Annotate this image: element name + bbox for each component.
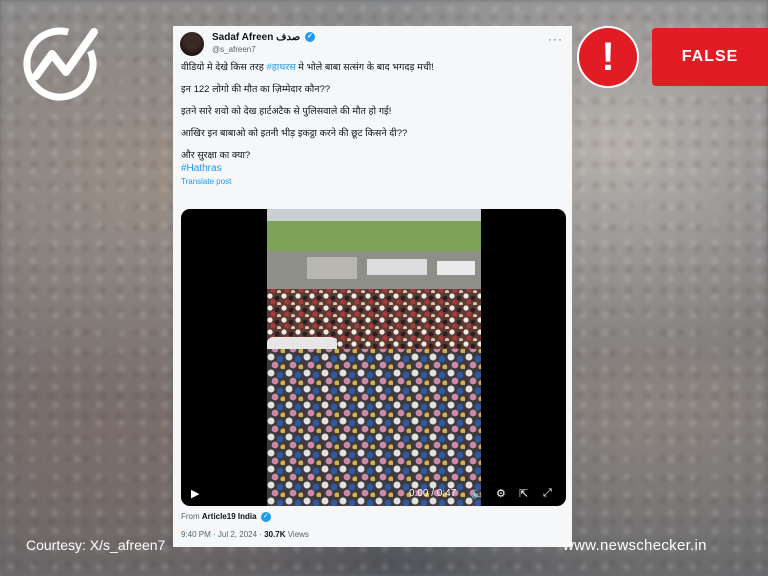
line1-text-a: वीडियो मे देखे किस तरह (181, 62, 267, 73)
volume-icon[interactable]: 🔈 (471, 487, 485, 500)
play-icon[interactable]: ▶ (191, 487, 199, 500)
video-time: 0:00 / 0:47 (409, 488, 457, 499)
tweet-line-3: इतने सारे शवो को देख हार्टअटैक से पुलिसव… (181, 106, 392, 117)
user-handle[interactable]: @s_afreen7 (212, 45, 256, 54)
source-account-link[interactable]: Article19 India (202, 512, 257, 521)
tweet-timestamp[interactable]: 9:40 PM · Jul 2, 2024 · (181, 530, 264, 539)
hindi-hashtag-link[interactable]: #हाथरस (266, 62, 295, 73)
alert-symbol: ! (601, 35, 615, 79)
verdict-badge: FALSE (652, 28, 768, 86)
tweet-body: वीडियो मे देखे किस तरह #हाथरस मे भोले बा… (181, 62, 565, 188)
newschecker-logo-icon (23, 27, 98, 101)
display-name[interactable]: Sadaf Afreen صدف ✓ (212, 32, 315, 43)
video-thumbnail (267, 209, 481, 506)
tweet-meta: 9:40 PM · Jul 2, 2024 · 30.7K Views (181, 530, 309, 539)
hashtag-link[interactable]: #Hathras (181, 163, 565, 175)
tweet-line-5: और सुरक्षा का क्या? (181, 150, 251, 161)
tweet-line-1: वीडियो मे देखे किस तरह #हाथरस मे भोले बा… (181, 62, 565, 74)
views-count: 30.7K (264, 530, 286, 539)
tweet-line-4: आखिर इन बाबाओ को इतनी भीड़ इकट्ठा करने क… (181, 128, 408, 139)
video-controls: ▶ 0:00 / 0:47 🔈 ⚙ ⇱ ⤢ (181, 482, 566, 506)
fullscreen-icon[interactable]: ⤢ (543, 487, 552, 500)
verified-icon: ✓ (304, 32, 315, 43)
avatar[interactable] (180, 32, 204, 56)
from-label: From (181, 512, 200, 522)
line1-text-b: मे भोले बाबा सत्संग के बाद भगदड़ मची! (295, 62, 434, 73)
alert-icon: ! (577, 26, 639, 88)
tweet-card: Sadaf Afreen صدف ✓ @s_afreen7 ··· वीडियो… (173, 26, 572, 547)
more-options-icon[interactable]: ··· (548, 32, 563, 46)
video-player[interactable]: ▶ 0:00 / 0:47 🔈 ⚙ ⇱ ⤢ (181, 209, 566, 506)
views-label: Views (285, 530, 309, 539)
settings-icon[interactable]: ⚙ (496, 487, 506, 500)
share-icon[interactable]: ⇱ (519, 487, 528, 500)
source-verified-icon: ✓ (260, 512, 271, 522)
courtesy-credit: Courtesy: X/s_afreen7 (26, 537, 166, 553)
display-name-text: Sadaf Afreen صدف (212, 32, 301, 43)
site-url: www.newschecker.in (563, 537, 707, 554)
tweet-header: Sadaf Afreen صدف ✓ @s_afreen7 ··· (180, 32, 565, 56)
translate-link[interactable]: Translate post (181, 176, 565, 188)
video-source: From Article19 India ✓ (181, 512, 271, 522)
tweet-line-2: इन 122 लोगो की मौत का ज़िम्मेदार कौन?? (181, 84, 331, 95)
